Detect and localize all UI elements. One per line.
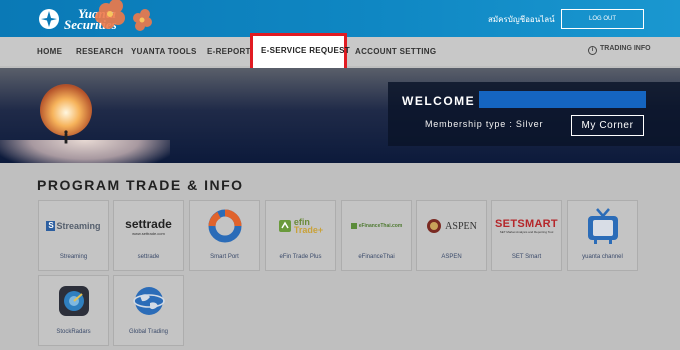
tile-label: eFin Trade Plus [279, 254, 322, 260]
efinancethai-logo: eFinanceThai.com [342, 201, 411, 251]
nav-item-e-service-request[interactable]: E-SERVICE REQUEST [250, 33, 350, 72]
tile-label: Streaming [59, 254, 88, 260]
smart-port-logo [190, 201, 259, 251]
efinancethai-logo-text: eFinanceThai.com [358, 223, 403, 229]
settrade-logo-sub: www.settrade.com [132, 230, 165, 236]
nav-item-research[interactable]: RESEARCH [76, 47, 123, 56]
tile-label: ASPEN [441, 254, 462, 260]
tile-label: yuanta channel [582, 254, 623, 260]
yuanta-channel-logo [568, 201, 637, 251]
aspen-logo-text: ASPEN [445, 220, 477, 232]
stockradars-icon [58, 286, 89, 316]
logout-button[interactable]: LOG OUT [561, 9, 644, 29]
membership-type: Membership type : Silver [425, 119, 544, 129]
smart-port-icon [208, 209, 241, 243]
global-trading-logo [114, 276, 183, 326]
streaming-s-icon: S [46, 221, 56, 231]
trading-info-label: TRADING INFO [600, 45, 651, 52]
tile-label: eFinanceThai [358, 254, 395, 260]
tile-efinancethai[interactable]: eFinanceThai.com eFinanceThai [341, 200, 412, 271]
tile-efin-trade-plus[interactable]: efin Trade+ eFin Trade Plus [265, 200, 336, 271]
tile-label: Smart Port [210, 254, 239, 260]
tile-settrade[interactable]: settrade www.settrade.com settrade [113, 200, 184, 271]
yuanta-logo-icon [39, 9, 59, 29]
welcome-panel: WELCOME : Membership type : Silver My Co… [388, 82, 680, 146]
flower-decoration-icon [95, 0, 152, 31]
efin-logo-sub: Trade+ [293, 225, 324, 235]
setsmart-logo-text: SETSMART [495, 218, 558, 230]
nav-item-e-service-request-label: E-SERVICE REQUEST [261, 46, 350, 55]
my-corner-button[interactable]: My Corner [571, 115, 644, 136]
tile-stockradars[interactable]: StockRadars [38, 275, 109, 346]
tile-streaming[interactable]: S Streaming Streaming [38, 200, 109, 271]
trading-info-link[interactable]: i TRADING INFO [588, 45, 651, 55]
tile-label: StockRadars [56, 329, 91, 335]
welcome-banner: WELCOME : Membership type : Silver My Co… [0, 68, 680, 163]
tile-label: SET Smart [511, 254, 542, 260]
setsmart-logo-sub: SET Market Analysis and Reporting Tool [499, 230, 554, 234]
nav-item-home[interactable]: HOME [37, 47, 62, 56]
tile-smart-port[interactable]: Smart Port [189, 200, 260, 271]
settrade-logo: settrade www.settrade.com [114, 201, 183, 251]
sun-image [40, 84, 92, 136]
nav-item-e-report[interactable]: E-REPORT [207, 47, 251, 56]
stockradars-logo [39, 276, 108, 326]
globe-icon [132, 287, 165, 315]
setsmart-logo: SETSMART SET Market Analysis and Reporti… [492, 201, 561, 251]
tv-icon [587, 208, 618, 244]
tile-set-smart[interactable]: SETSMART SET Market Analysis and Reporti… [491, 200, 562, 271]
info-icon: i [588, 46, 597, 55]
nav-item-account-setting[interactable]: ACCOUNT SETTING [355, 47, 436, 56]
streaming-logo-text: Streaming [56, 221, 101, 231]
section-title: PROGRAM TRADE & INFO [37, 177, 244, 193]
top-header: Yuanta Securities สมัครบัญชีออนไลน์ LOG … [0, 0, 680, 37]
tile-global-trading[interactable]: Global Trading [113, 275, 184, 346]
tile-yuanta-channel[interactable]: yuanta channel [567, 200, 638, 271]
signup-link[interactable]: สมัครบัญชีออนไลน์ [488, 13, 555, 26]
settrade-logo-text: settrade [125, 216, 172, 231]
tile-label: Global Trading [128, 329, 169, 335]
aspen-logo: ASPEN [417, 201, 486, 251]
horizon-image [0, 140, 170, 163]
aspen-globe-icon [427, 219, 442, 233]
tile-label: settrade [137, 254, 160, 260]
nav-item-yuanta-tools[interactable]: YUANTA TOOLS [131, 47, 197, 56]
efin-icon [278, 220, 291, 232]
streaming-logo: S Streaming [39, 201, 108, 251]
tile-aspen[interactable]: ASPEN ASPEN [416, 200, 487, 271]
username-redacted [479, 91, 646, 108]
efin-logo: efin Trade+ [266, 201, 335, 251]
welcome-label: WELCOME : [402, 94, 486, 108]
efinancethai-icon [350, 223, 357, 229]
person-silhouette-icon [64, 130, 68, 144]
